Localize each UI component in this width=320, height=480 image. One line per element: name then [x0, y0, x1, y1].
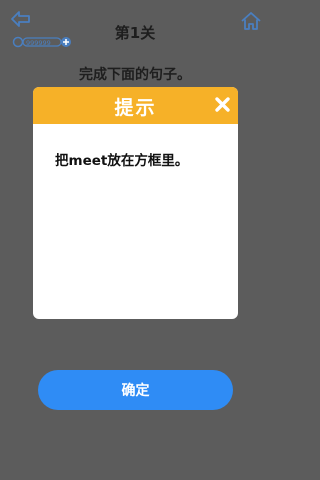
confirm-label: 确定	[121, 383, 150, 399]
dialog-header: 提示	[33, 87, 238, 124]
home-icon[interactable]	[240, 10, 262, 32]
top-bar: 999999 第1关	[0, 0, 270, 60]
instruction-text: 完成下面的句子。	[79, 67, 191, 83]
dialog-title: 提示	[114, 97, 157, 119]
close-icon[interactable]	[214, 96, 231, 113]
dialog-message: 把meet放在方框里。	[55, 153, 189, 169]
level-title: 第1关	[114, 24, 156, 42]
confirm-button[interactable]: 确定	[38, 370, 233, 410]
hint-dialog: 提示 把meet放在方框里。	[33, 87, 238, 319]
